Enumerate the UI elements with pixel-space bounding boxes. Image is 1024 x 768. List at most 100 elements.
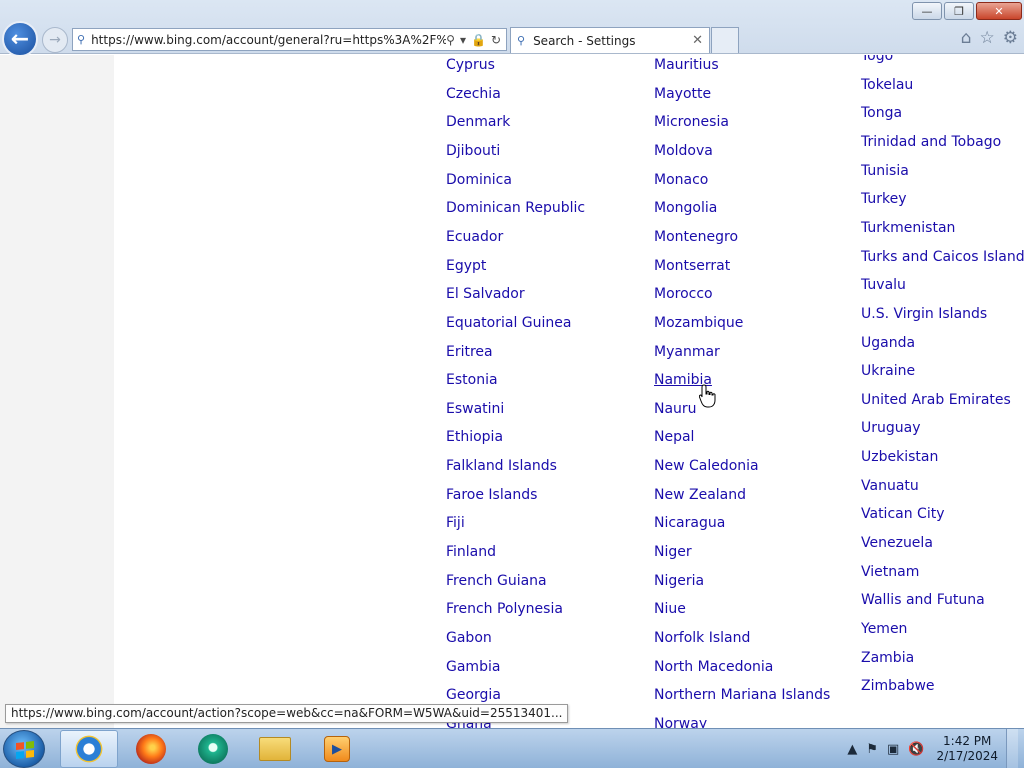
country-link[interactable]: Northern Mariana Islands	[654, 687, 830, 703]
country-link[interactable]: Eritrea	[446, 344, 493, 360]
dropdown-icon[interactable]: ▾	[460, 33, 466, 47]
country-link[interactable]: Montenegro	[654, 229, 738, 245]
country-link[interactable]: Cyprus	[446, 57, 495, 73]
country-link[interactable]: Tonga	[861, 105, 902, 121]
taskbar-chat-app[interactable]	[184, 730, 242, 768]
country-link[interactable]: Trinidad and Tobago	[861, 134, 1001, 150]
tab-search-settings[interactable]: ⚲ Search - Settings ✕	[510, 27, 710, 53]
country-link[interactable]: Georgia	[446, 687, 501, 703]
hand-cursor-icon	[699, 384, 716, 408]
country-link[interactable]: Uruguay	[861, 420, 921, 436]
country-link[interactable]: Mozambique	[654, 315, 743, 331]
taskbar-file-explorer[interactable]	[246, 730, 304, 768]
start-button[interactable]	[3, 730, 45, 768]
country-link[interactable]: Nepal	[654, 429, 694, 445]
country-link[interactable]: Uzbekistan	[861, 449, 938, 465]
address-bar[interactable]: ⚲ https://www.bing.com/account/general?r…	[72, 28, 507, 51]
show-desktop-button[interactable]	[1006, 729, 1018, 768]
country-link[interactable]: Mayotte	[654, 86, 711, 102]
show-hidden-icons-icon[interactable]: ▲	[847, 742, 857, 757]
country-link[interactable]: Equatorial Guinea	[446, 315, 571, 331]
country-link[interactable]: Nigeria	[654, 573, 704, 589]
country-link[interactable]: Djibouti	[446, 143, 500, 159]
gear-icon[interactable]: ⚙	[1003, 28, 1018, 48]
refresh-icon[interactable]: ↻	[491, 33, 501, 47]
minimize-button[interactable]: —	[912, 2, 942, 20]
restore-button[interactable]: ❐	[944, 2, 974, 20]
search-icon[interactable]: ⚲	[446, 33, 455, 47]
country-link[interactable]: French Polynesia	[446, 601, 563, 617]
country-link[interactable]: El Salvador	[446, 286, 525, 302]
lock-icon[interactable]: 🔒	[471, 33, 486, 47]
back-button[interactable]: ←	[2, 21, 38, 57]
tab-close-icon[interactable]: ✕	[692, 33, 703, 48]
country-link[interactable]: Turkey	[861, 191, 907, 207]
country-link[interactable]: Falkland Islands	[446, 458, 557, 474]
country-link[interactable]: Montserrat	[654, 258, 730, 274]
country-link[interactable]: New Zealand	[654, 487, 746, 503]
country-link[interactable]: Gabon	[446, 630, 492, 646]
country-link[interactable]: Mauritius	[654, 57, 719, 73]
action-center-flag-icon[interactable]: ⚑	[866, 742, 878, 757]
country-link[interactable]: Ethiopia	[446, 429, 503, 445]
country-link[interactable]: Gambia	[446, 659, 500, 675]
country-link[interactable]: Tuvalu	[861, 277, 906, 293]
new-tab-button[interactable]	[711, 27, 739, 53]
country-link[interactable]: Myanmar	[654, 344, 720, 360]
country-link[interactable]: Norway	[654, 716, 707, 728]
country-link[interactable]: Zimbabwe	[861, 678, 935, 694]
country-link[interactable]: Vietnam	[861, 564, 919, 580]
country-link[interactable]: Dominica	[446, 172, 512, 188]
country-link[interactable]: Niger	[654, 544, 692, 560]
home-icon[interactable]: ⌂	[961, 28, 972, 48]
country-link[interactable]: Fiji	[446, 515, 465, 531]
country-link[interactable]: Monaco	[654, 172, 708, 188]
country-link[interactable]: Nauru	[654, 401, 697, 417]
country-link[interactable]: Tunisia	[861, 163, 909, 179]
country-link[interactable]: Eswatini	[446, 401, 504, 417]
country-link[interactable]: Tokelau	[861, 77, 913, 93]
country-link[interactable]: New Caledonia	[654, 458, 759, 474]
country-link[interactable]: Vatican City	[861, 506, 945, 522]
country-link[interactable]: Faroe Islands	[446, 487, 537, 503]
country-link[interactable]: Wallis and Futuna	[861, 592, 985, 608]
country-link[interactable]: Niue	[654, 601, 686, 617]
country-link[interactable]: Norfolk Island	[654, 630, 750, 646]
country-link[interactable]: Ukraine	[861, 363, 915, 379]
country-link[interactable]: Finland	[446, 544, 496, 560]
taskbar-firefox[interactable]	[122, 730, 180, 768]
country-link[interactable]: Togo	[861, 55, 893, 64]
country-link[interactable]: Micronesia	[654, 114, 729, 130]
country-link[interactable]: Zambia	[861, 650, 914, 666]
country-link[interactable]: Nicaragua	[654, 515, 725, 531]
taskbar-media-player[interactable]: ▶	[308, 730, 366, 768]
country-link[interactable]: Morocco	[654, 286, 713, 302]
network-icon[interactable]: ▣	[887, 742, 899, 757]
close-button[interactable]: ✕	[976, 2, 1022, 20]
country-link[interactable]: Yemen	[861, 621, 907, 637]
country-link[interactable]: Turks and Caicos Islands	[861, 249, 1024, 265]
country-link[interactable]: Mongolia	[654, 200, 717, 216]
country-link[interactable]: French Guiana	[446, 573, 547, 589]
country-link[interactable]: Vanuatu	[861, 478, 919, 494]
country-link[interactable]: North Macedonia	[654, 659, 773, 675]
country-link[interactable]: Venezuela	[861, 535, 933, 551]
clock[interactable]: 1:42 PM 2/17/2024	[936, 734, 998, 764]
favorites-star-icon[interactable]: ☆	[980, 28, 995, 48]
volume-muted-icon[interactable]: 🔇	[908, 742, 924, 757]
country-link[interactable]: Dominican Republic	[446, 200, 585, 216]
country-link[interactable]: U.S. Virgin Islands	[861, 306, 987, 322]
search-icon: ⚲	[77, 33, 86, 46]
country-link[interactable]: Uganda	[861, 335, 915, 351]
country-link[interactable]: Egypt	[446, 258, 486, 274]
forward-button[interactable]: →	[42, 27, 68, 53]
country-link[interactable]: Estonia	[446, 372, 498, 388]
country-link[interactable]: Denmark	[446, 114, 510, 130]
taskbar-internet-explorer[interactable]	[60, 730, 118, 768]
country-link[interactable]: Moldova	[654, 143, 713, 159]
country-link[interactable]: United Arab Emirates	[861, 392, 1011, 408]
country-link[interactable]: Czechia	[446, 86, 501, 102]
country-link[interactable]: Ecuador	[446, 229, 503, 245]
country-link[interactable]: Turkmenistan	[861, 220, 955, 236]
address-url[interactable]: https://www.bing.com/account/general?ru=…	[91, 33, 446, 47]
